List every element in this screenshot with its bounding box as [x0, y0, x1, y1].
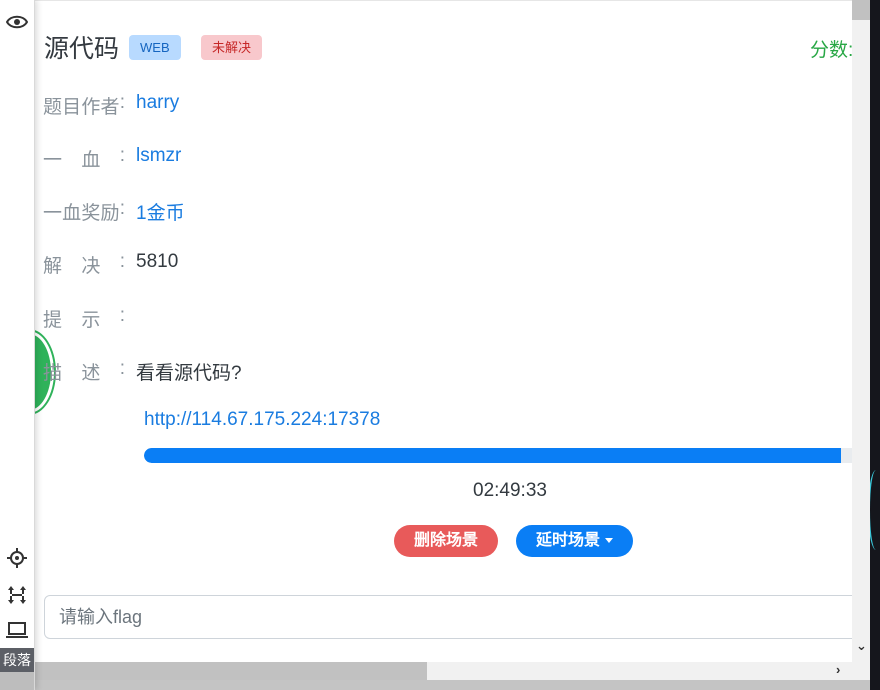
scroll-right-icon[interactable]: ›	[836, 662, 840, 677]
category-badge: WEB	[129, 35, 181, 60]
vertical-scrollbar[interactable]	[852, 0, 870, 662]
hint-label: 提示:	[43, 305, 125, 331]
left-toolbar: 段落	[0, 0, 35, 690]
solves-count: 5810	[136, 251, 179, 272]
first-blood-label: 一血:	[43, 145, 125, 171]
move-arrows-icon[interactable]	[6, 584, 28, 606]
laptop-icon[interactable]	[6, 619, 28, 641]
solves-label: 解决:	[43, 251, 125, 277]
flag-input[interactable]	[44, 595, 852, 639]
caret-down-icon	[605, 538, 613, 544]
crosshair-icon[interactable]	[6, 547, 28, 569]
first-blood-reward-value: 1金币	[136, 203, 185, 224]
countdown-timer: 02:49:33	[473, 480, 547, 501]
time-progress-fill	[144, 448, 842, 463]
first-blood-user-link[interactable]: lsmzr	[136, 145, 181, 167]
extend-scene-dropdown-button[interactable]: 延时场景	[516, 525, 633, 557]
challenge-title: 源代码	[44, 35, 120, 63]
eye-icon[interactable]	[6, 11, 28, 33]
time-progress-bar	[144, 448, 852, 463]
status-badge: 未解决	[201, 35, 263, 60]
toolbar-footer	[0, 672, 34, 690]
author-link[interactable]: harry	[136, 92, 179, 114]
environment-url-link[interactable]: http://114.67.175.224:17378	[144, 409, 380, 431]
first-blood-reward-label: 一血奖励:	[43, 198, 125, 224]
vertical-scroll-thumb[interactable]	[852, 0, 870, 20]
delete-scene-button[interactable]: 删除场景	[394, 525, 498, 557]
score-label: 分数:	[810, 40, 852, 61]
challenge-panel: 源代码 WEB 未解决 分数: 题目作者: harry 一血: lsmzr 一血…	[34, 0, 852, 663]
author-label: 题目作者:	[43, 92, 125, 118]
horizontal-scroll-thumb[interactable]	[34, 662, 427, 680]
paragraph-label: 段落	[0, 648, 34, 672]
description-text: 看看源代码?	[136, 363, 242, 384]
extend-scene-label: 延时场景	[535, 532, 600, 549]
scroll-down-icon[interactable]: ⌄	[856, 638, 867, 654]
window-bottom-bar	[0, 680, 870, 690]
delete-scene-label: 删除场景	[413, 532, 478, 549]
description-label: 描述:	[43, 358, 125, 384]
scrollbar-corner	[852, 662, 870, 680]
background-edge	[870, 0, 880, 690]
